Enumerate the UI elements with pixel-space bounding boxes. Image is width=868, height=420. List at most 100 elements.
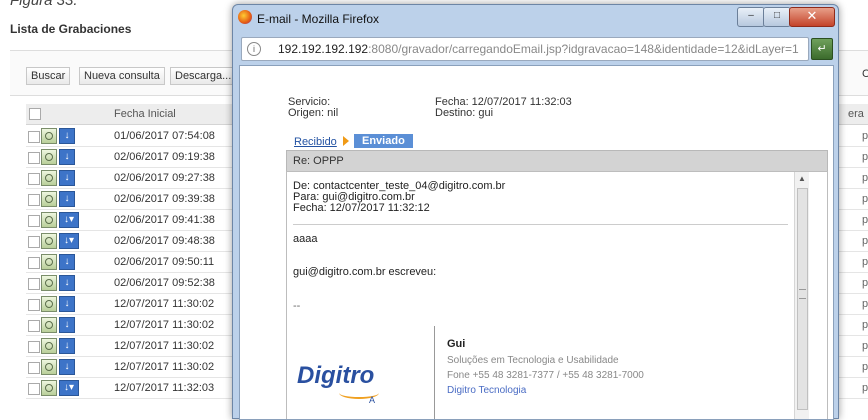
email-quote: gui@digitro.com.br escreveu: <box>293 266 437 278</box>
row-extra: pt <box>862 298 868 310</box>
subject-bar: Re: OPPP <box>286 150 828 172</box>
row-checkbox[interactable] <box>28 278 40 290</box>
row-extra: pt <box>862 151 868 163</box>
scroll-up-arrow-icon[interactable]: ▲ <box>795 172 809 186</box>
vertical-scrollbar[interactable]: ▲ <box>794 172 809 419</box>
row-checkbox[interactable] <box>28 215 40 227</box>
row-date: 12/07/2017 11:30:02 <box>114 298 215 310</box>
descarga-button[interactable]: Descarga... <box>170 67 237 85</box>
row-date: 02/06/2017 09:52:38 <box>114 277 215 289</box>
email-popup-window: E-mail - Mozilla Firefox – □ ✕ i 192.192… <box>232 4 839 420</box>
row-checkbox[interactable] <box>28 362 40 374</box>
download-menu-icon[interactable]: ↓▾ <box>59 380 79 396</box>
download-icon[interactable]: ↓ <box>59 275 75 291</box>
signature-phone: Fone +55 48 3281-7377 / +55 48 3281-7000 <box>447 370 644 381</box>
row-checkbox[interactable] <box>28 173 40 185</box>
row-date: 12/07/2017 11:30:02 <box>114 319 215 331</box>
download-icon[interactable]: ↓ <box>59 254 75 270</box>
signature-separator: -- <box>293 300 301 312</box>
digitro-logo: Digitro <box>297 362 375 389</box>
row-date: 02/06/2017 09:39:38 <box>114 193 215 205</box>
play-recording-icon[interactable] <box>41 170 57 186</box>
origen-label: Origen: nil <box>288 107 339 119</box>
play-recording-icon[interactable] <box>41 191 57 207</box>
row-checkbox[interactable] <box>28 257 40 269</box>
row-checkbox[interactable] <box>28 236 40 248</box>
window-title: E-mail - Mozilla Firefox <box>257 12 380 26</box>
grip-icon <box>799 289 806 299</box>
download-menu-icon[interactable]: ↓▾ <box>59 212 79 228</box>
download-icon[interactable]: ↓ <box>59 317 75 333</box>
play-recording-icon[interactable] <box>41 296 57 312</box>
row-date: 01/06/2017 07:54:08 <box>114 130 215 142</box>
play-recording-icon[interactable] <box>41 317 57 333</box>
row-checkbox[interactable] <box>28 383 40 395</box>
tab-enviado[interactable]: Enviado <box>354 134 413 148</box>
email-content: Servicio: Origen: nil Fecha: 12/07/2017 … <box>239 65 834 420</box>
page-title: Lista de Grabaciones <box>10 22 132 36</box>
play-recording-icon[interactable] <box>41 275 57 291</box>
divider <box>293 224 788 225</box>
download-icon[interactable]: ↓ <box>59 296 75 312</box>
row-extra: pt <box>862 340 868 352</box>
row-checkbox[interactable] <box>28 131 40 143</box>
buscar-button[interactable]: Buscar <box>26 67 71 85</box>
scrollbar-thumb[interactable] <box>797 188 808 410</box>
play-recording-icon[interactable] <box>41 212 57 228</box>
play-recording-icon[interactable] <box>41 338 57 354</box>
figure-caption: Figura 33. <box>10 0 78 9</box>
destino-label: Destino: gui <box>435 107 494 119</box>
download-icon[interactable]: ↓ <box>59 128 75 144</box>
row-checkbox[interactable] <box>28 299 40 311</box>
row-checkbox[interactable] <box>28 341 40 353</box>
play-recording-icon[interactable] <box>41 254 57 270</box>
signature-name: Gui <box>447 338 466 350</box>
row-checkbox[interactable] <box>28 320 40 332</box>
url-bar[interactable]: i 192.192.192.192:8080/gravador/carregan… <box>241 37 809 61</box>
download-menu-icon[interactable]: ↓▾ <box>59 233 79 249</box>
play-recording-icon[interactable] <box>41 149 57 165</box>
row-date: 02/06/2017 09:27:38 <box>114 172 215 184</box>
select-all-checkbox[interactable] <box>29 108 41 120</box>
row-extra: pt <box>862 214 868 226</box>
play-recording-icon[interactable] <box>41 380 57 396</box>
row-date: 12/07/2017 11:30:02 <box>114 361 215 373</box>
download-icon[interactable]: ↓ <box>59 191 75 207</box>
download-icon[interactable]: ↓ <box>59 359 75 375</box>
signature-divider <box>434 326 435 419</box>
download-icon[interactable]: ↓ <box>59 170 75 186</box>
row-extra: pt <box>862 256 868 268</box>
row-extra: pt <box>862 130 868 142</box>
header-fecha-inicial[interactable]: Fecha Inicial <box>114 108 176 120</box>
row-checkbox[interactable] <box>28 152 40 164</box>
row-date: 02/06/2017 09:41:38 <box>114 214 215 226</box>
email-subject: Re: OPPP <box>293 155 344 167</box>
row-date: 02/06/2017 09:19:38 <box>114 151 215 163</box>
signature-company-link[interactable]: Digitro Tecnologia <box>447 385 526 396</box>
row-extra: pt <box>862 319 868 331</box>
info-icon[interactable]: i <box>247 42 261 56</box>
download-icon[interactable]: ↓ <box>59 338 75 354</box>
row-extra: pt <box>862 361 868 373</box>
close-button[interactable]: ✕ <box>789 7 835 27</box>
nueva-consulta-button[interactable]: Nueva consulta <box>79 67 165 85</box>
row-checkbox[interactable] <box>28 194 40 206</box>
arrow-right-icon <box>343 136 349 146</box>
message-body[interactable]: De: contactcenter_teste_04@digitro.com.b… <box>286 171 828 419</box>
logo-mark: A <box>369 395 376 405</box>
play-recording-icon[interactable] <box>41 359 57 375</box>
url-path: :8080/gravador/carregandoEmail.jsp?idgra… <box>368 42 799 56</box>
play-recording-icon[interactable] <box>41 128 57 144</box>
row-date: 02/06/2017 09:50:11 <box>114 256 215 268</box>
download-icon[interactable]: ↓ <box>59 149 75 165</box>
window-titlebar[interactable]: E-mail - Mozilla Firefox – □ ✕ <box>233 5 838 33</box>
play-recording-icon[interactable] <box>41 233 57 249</box>
toolbar-right-label: C <box>862 68 868 80</box>
maximize-button[interactable]: □ <box>763 7 791 27</box>
tab-recibido[interactable]: Recibido <box>294 136 337 148</box>
row-extra: pt <box>862 277 868 289</box>
minimize-button[interactable]: – <box>737 7 765 27</box>
url-host: 192.192.192.192 <box>278 42 369 56</box>
email-body-text: aaaa <box>293 233 318 245</box>
go-icon[interactable]: ↵ <box>811 38 833 60</box>
